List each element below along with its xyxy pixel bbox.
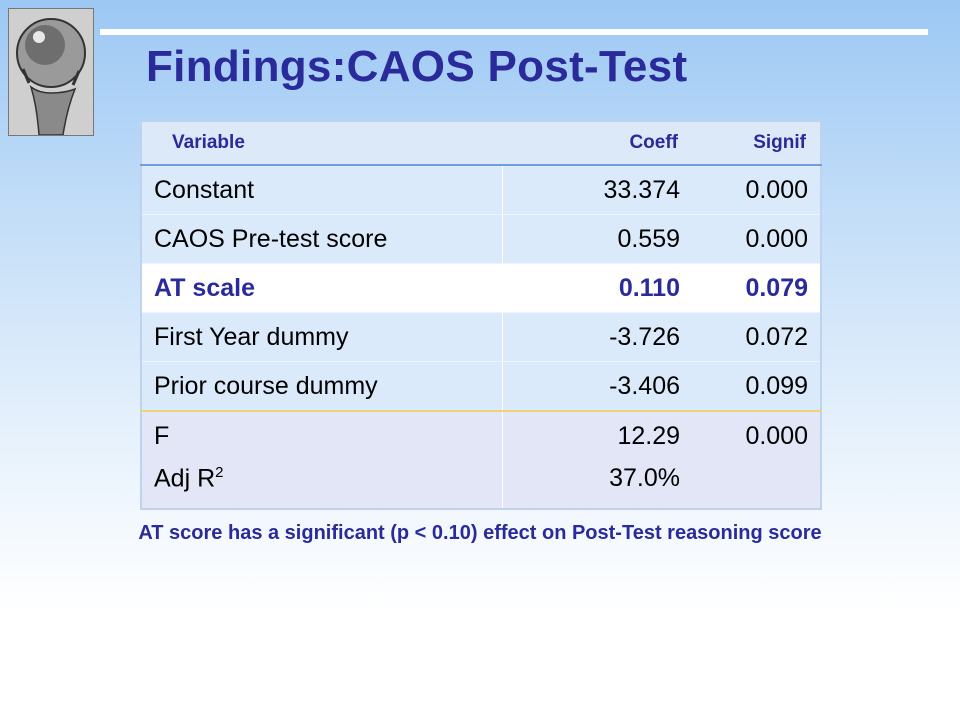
signif-cell: 0.072: [692, 312, 821, 362]
coeff-cell: -3.726: [502, 312, 692, 362]
coeff-cell: -3.406: [502, 361, 692, 411]
coeff-cell: 0.110: [502, 263, 692, 313]
coeff-cell: 0.559: [502, 214, 692, 264]
f-value: 12.29: [617, 422, 680, 450]
table-row: CAOS Pre-test score 0.559 0.000: [141, 214, 821, 264]
signif-cell: 0.000: [692, 214, 821, 264]
variable-cell: Prior course dummy: [141, 361, 503, 411]
header-variable: Variable: [141, 121, 502, 166]
variable-cell: CAOS Pre-test score: [141, 214, 503, 264]
adj-r2-text: Adj R: [154, 464, 216, 493]
header-coeff: Coeff: [502, 121, 692, 166]
table-row: First Year dummy -3.726 0.072: [141, 312, 821, 362]
adj-r2-label: Adj R2: [154, 464, 490, 506]
variable-cell: First Year dummy: [141, 312, 503, 362]
table-row-highlighted: AT scale 0.110 0.079: [141, 263, 821, 313]
table-header-row: Variable Coeff Signif: [141, 121, 821, 166]
signif-cell: 0.000: [692, 164, 821, 215]
coeff-cell: 33.374: [502, 164, 692, 215]
adj-r2-superscript: 2: [215, 464, 224, 481]
regression-table: Variable Coeff Signif Constant 33.374 0.…: [140, 120, 822, 510]
table-row: Constant 33.374 0.000: [141, 164, 821, 215]
signif-cell: 0.099: [692, 361, 821, 411]
f-label: F: [154, 422, 170, 450]
variable-cell: AT scale: [141, 263, 503, 313]
model-stats-row: F Adj R2 12.29 37.0% 0.000: [141, 410, 821, 509]
signif-cell: 0.079: [692, 263, 821, 313]
model-labels-cell: F Adj R2: [141, 410, 503, 509]
table-row: Prior course dummy -3.406 0.099: [141, 361, 821, 411]
title-rule: [100, 29, 928, 35]
findings-note: AT score has a significant (p < 0.10) ef…: [138, 522, 822, 544]
header-signif: Signif: [692, 121, 821, 166]
variable-cell: Constant: [141, 164, 503, 215]
slide-title: Findings:CAOS Post-Test: [146, 42, 688, 91]
escher-hand-sphere-image: [8, 8, 94, 136]
adj-r2-value: 37.0%: [609, 464, 680, 492]
model-values-cell: 12.29 37.0%: [502, 410, 692, 509]
f-signif: 0.000: [745, 422, 808, 450]
model-signif-cell: 0.000: [692, 410, 821, 509]
